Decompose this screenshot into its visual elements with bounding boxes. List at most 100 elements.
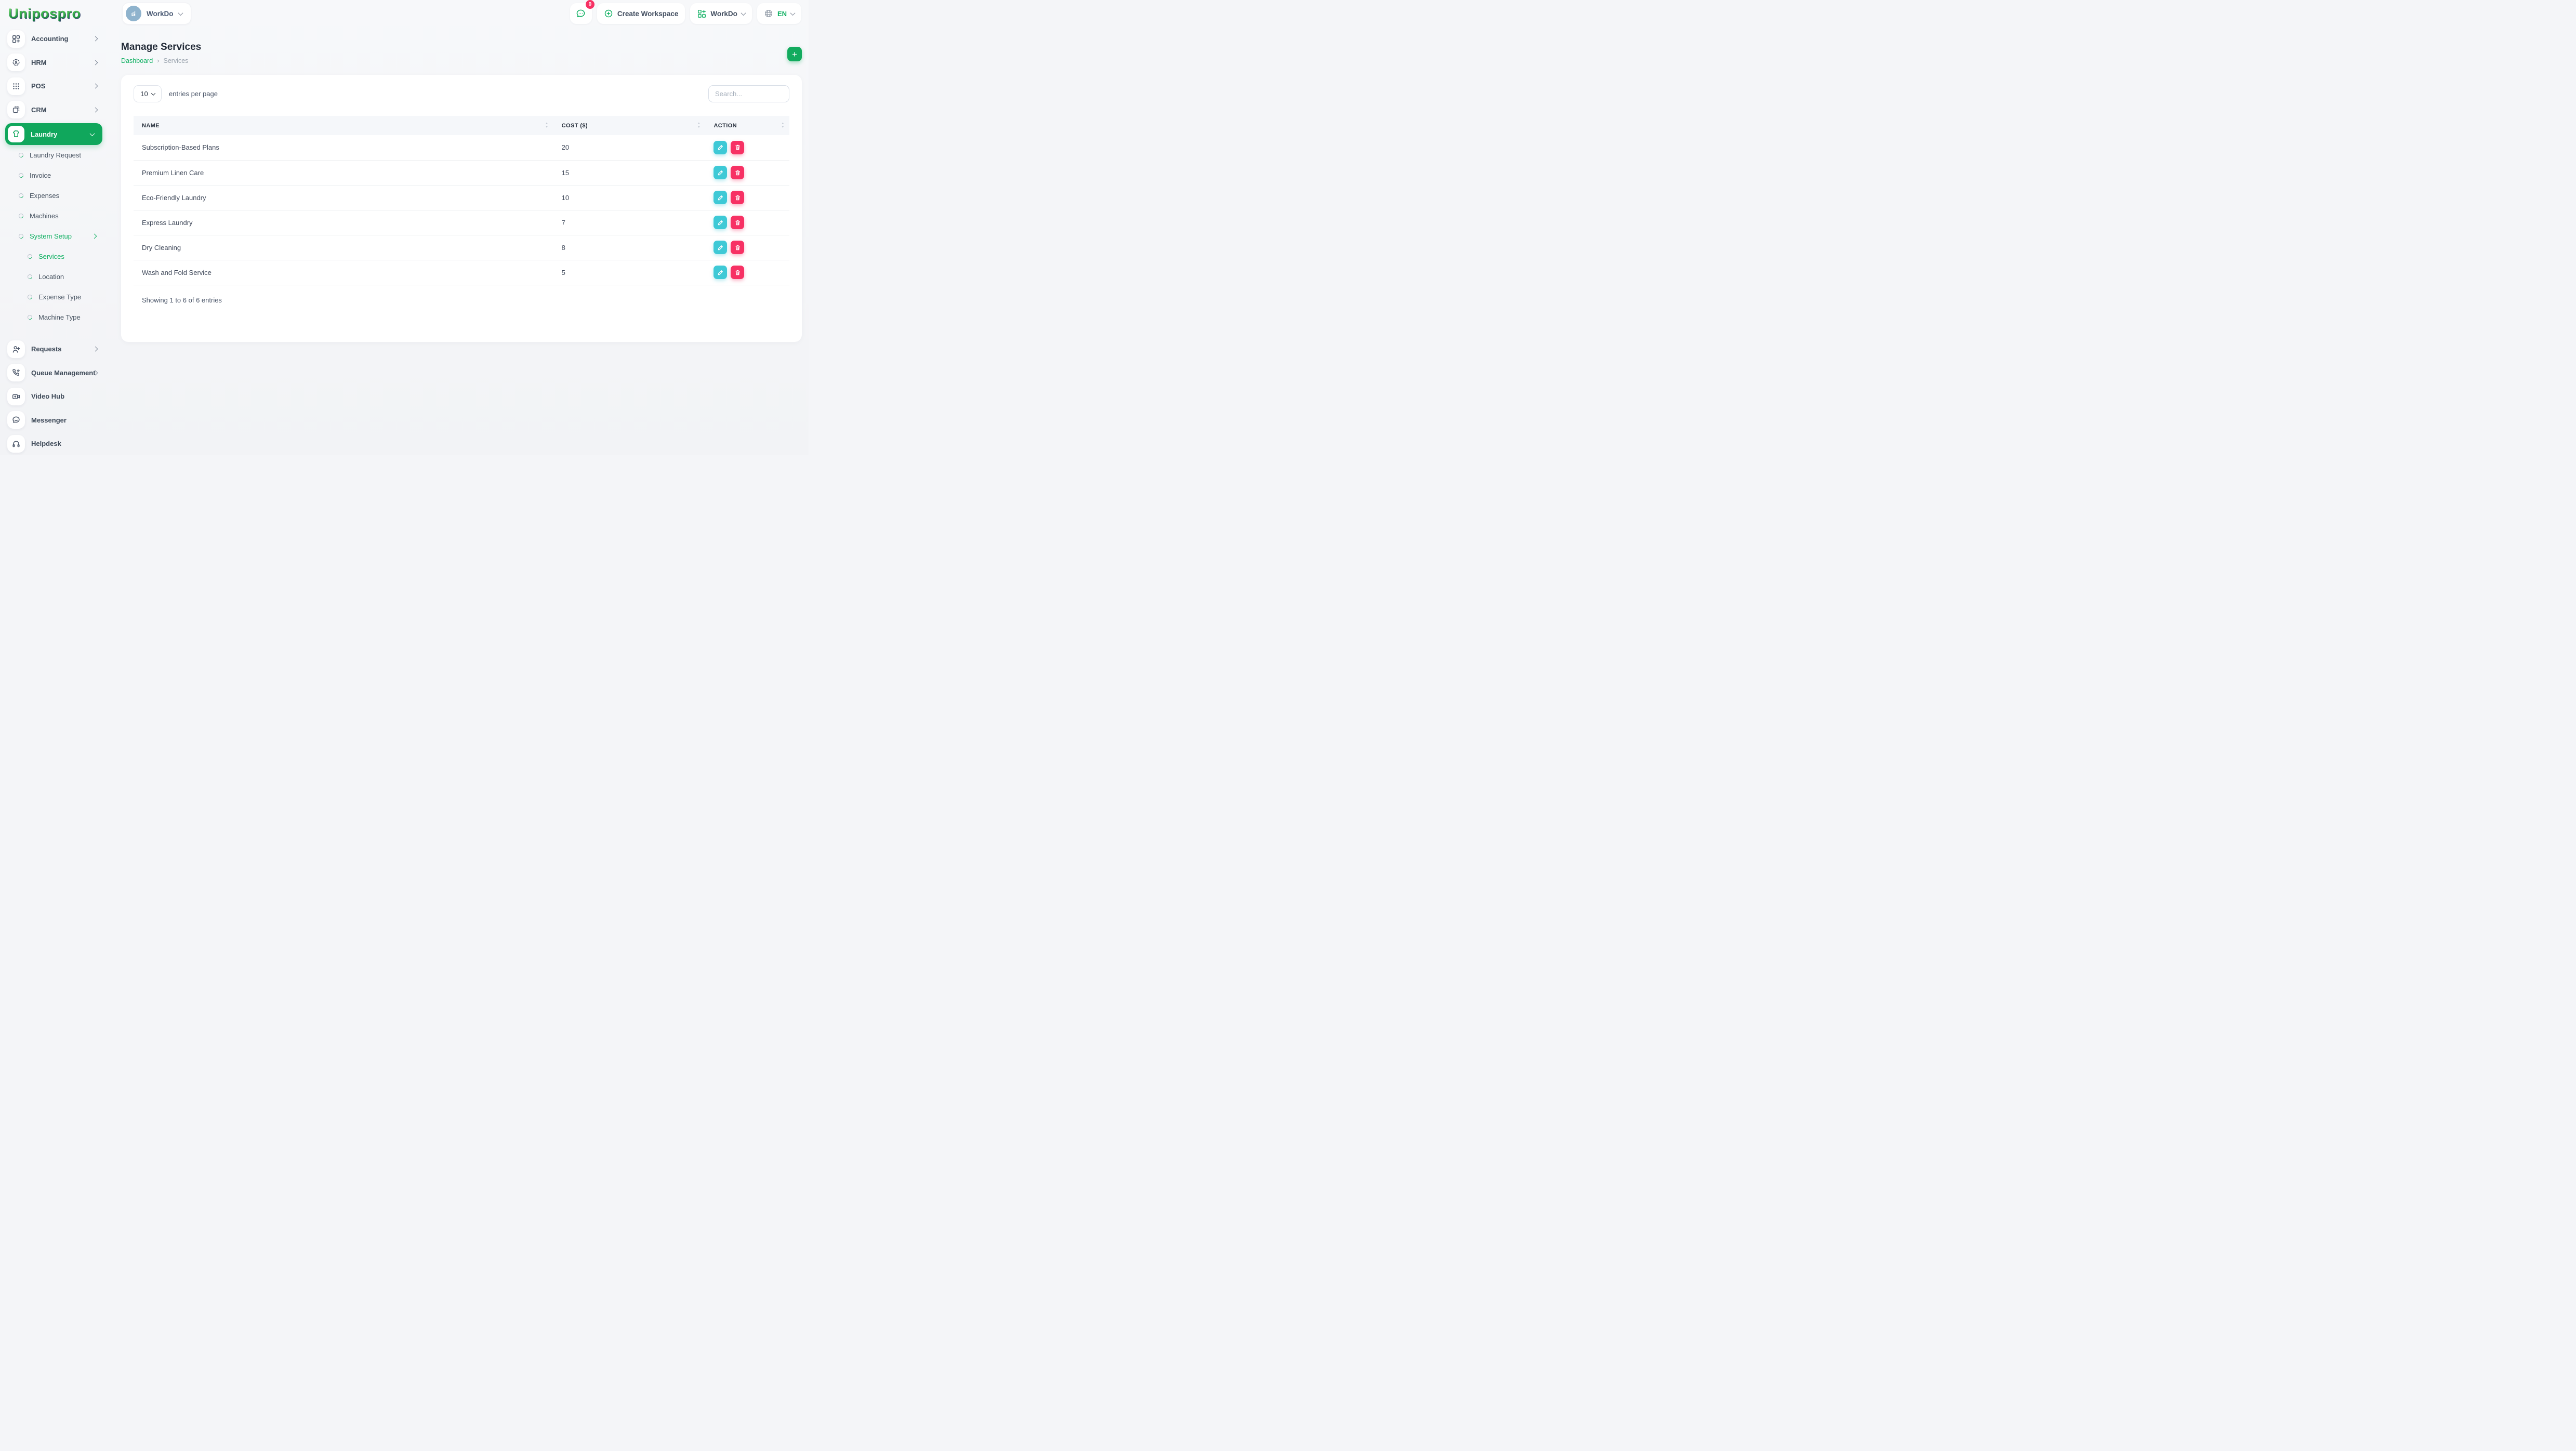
entries-per-page-value: 10 xyxy=(140,90,148,98)
bullet-icon xyxy=(18,152,24,158)
circle-plus-icon xyxy=(604,9,613,18)
video-camera-icon xyxy=(7,388,25,405)
service-name: Express Laundry xyxy=(134,210,553,235)
chat-icon xyxy=(575,8,586,19)
sidebar-item-laundry-active[interactable]: Laundry xyxy=(5,123,102,145)
sidebar-item-label: POS xyxy=(31,82,45,90)
chevron-right-icon xyxy=(93,36,98,42)
chevron-down-icon xyxy=(90,131,95,136)
entries-per-page-select[interactable]: 10 xyxy=(134,85,162,102)
delete-button[interactable] xyxy=(731,216,744,229)
sidebar-item-label: Accounting xyxy=(31,35,69,43)
building-icon xyxy=(129,9,138,18)
sidebar-item-label: Requests xyxy=(31,345,62,353)
breadcrumb-separator: › xyxy=(157,57,159,64)
sidebar-subitem-location[interactable]: Location xyxy=(0,267,107,287)
sidebar-subitem-label: Location xyxy=(38,273,64,281)
table-row: Express Laundry 7 xyxy=(134,210,789,235)
service-cost: 7 xyxy=(553,210,706,235)
globe-icon xyxy=(764,9,773,18)
breadcrumb-current: Services xyxy=(164,57,189,64)
delete-button[interactable] xyxy=(731,241,744,254)
messages-button[interactable]: 0 xyxy=(570,3,592,24)
accounting-icon xyxy=(7,30,25,48)
add-service-button[interactable] xyxy=(787,47,802,61)
sidebar-item-helpdesk[interactable]: Helpdesk xyxy=(0,432,107,455)
sidebar-item-hrm[interactable]: HRM xyxy=(0,51,107,75)
column-header-name[interactable]: NAME xyxy=(134,116,553,135)
column-label: COST ($) xyxy=(562,123,588,129)
sidebar-subitem-invoice[interactable]: Invoice xyxy=(0,165,107,186)
sort-icon[interactable] xyxy=(545,122,549,129)
workspace-switcher[interactable]: WorkDo xyxy=(122,3,191,24)
chevron-down-icon xyxy=(741,10,746,16)
sidebar-subitem-expenses[interactable]: Expenses xyxy=(0,186,107,206)
sidebar-item-video-hub[interactable]: Video Hub xyxy=(0,385,107,408)
table-row: Dry Cleaning 8 xyxy=(134,235,789,260)
bullet-icon xyxy=(18,213,24,219)
sidebar-item-label: Video Hub xyxy=(31,392,64,400)
sidebar: Accounting HRM POS xyxy=(0,27,107,455)
sidebar-subitem-label: Services xyxy=(38,253,64,260)
sidebar-subitem-expense-type[interactable]: Expense Type xyxy=(0,287,107,307)
table-row: Eco-Friendly Laundry 10 xyxy=(134,185,789,210)
language-selector[interactable]: EN xyxy=(757,3,801,24)
sidebar-item-pos[interactable]: POS xyxy=(0,74,107,98)
sidebar-item-accounting[interactable]: Accounting xyxy=(0,27,107,51)
breadcrumb: Dashboard › Services xyxy=(121,57,188,64)
delete-button[interactable] xyxy=(731,141,744,154)
grid-plus-icon xyxy=(697,9,706,18)
create-workspace-button[interactable]: Create Workspace xyxy=(597,3,685,24)
phone-icon xyxy=(7,364,25,381)
sidebar-subitem-machines[interactable]: Machines xyxy=(0,206,107,226)
table-row: Wash and Fold Service 5 xyxy=(134,260,789,285)
bullet-icon xyxy=(18,233,24,239)
sidebar-subitem-system-setup[interactable]: System Setup xyxy=(0,226,107,246)
workspace-menu-button[interactable]: WorkDo xyxy=(690,3,752,24)
service-name: Wash and Fold Service xyxy=(134,260,553,285)
breadcrumb-dashboard-link[interactable]: Dashboard xyxy=(121,57,153,64)
user-plus-icon xyxy=(7,340,25,358)
sidebar-subitem-services-active[interactable]: Services xyxy=(0,246,107,267)
service-cost: 15 xyxy=(553,160,706,185)
edit-button[interactable] xyxy=(714,216,727,229)
table-row: Premium Linen Care 15 xyxy=(134,160,789,185)
edit-button[interactable] xyxy=(714,266,727,279)
search-input[interactable] xyxy=(708,85,789,102)
sidebar-item-label: Laundry xyxy=(31,130,57,138)
language-label: EN xyxy=(777,10,787,18)
sort-icon[interactable] xyxy=(697,122,701,129)
column-header-cost[interactable]: COST ($) xyxy=(553,116,706,135)
sidebar-subitem-machine-type[interactable]: Machine Type xyxy=(0,307,107,327)
edit-button[interactable] xyxy=(714,191,727,204)
edit-button[interactable] xyxy=(714,141,727,154)
table-controls: 10 entries per page xyxy=(134,85,789,102)
bullet-icon xyxy=(27,253,33,259)
sidebar-subitem-label: Laundry Request xyxy=(30,151,81,159)
sidebar-item-label: Queue Management xyxy=(31,369,96,377)
sidebar-item-messenger[interactable]: Messenger xyxy=(0,408,107,432)
delete-button[interactable] xyxy=(731,266,744,279)
sidebar-subitem-label: Expenses xyxy=(30,192,59,200)
headphones-icon xyxy=(7,435,25,453)
edit-button[interactable] xyxy=(714,241,727,254)
chevron-down-icon xyxy=(178,10,183,16)
sidebar-subitem-laundry-request[interactable]: Laundry Request xyxy=(0,145,107,165)
sidebar-item-requests[interactable]: Requests xyxy=(0,337,107,361)
logo[interactable]: Unipospro xyxy=(0,6,107,22)
bullet-icon xyxy=(27,314,33,320)
service-name: Eco-Friendly Laundry xyxy=(134,185,553,210)
sidebar-item-label: Messenger xyxy=(31,416,67,424)
sort-icon[interactable] xyxy=(781,122,785,129)
delete-button[interactable] xyxy=(731,166,744,179)
chevron-down-icon xyxy=(790,10,796,16)
sidebar-subitem-label: System Setup xyxy=(30,232,72,240)
delete-button[interactable] xyxy=(731,191,744,204)
service-cost: 8 xyxy=(553,235,706,260)
column-header-action[interactable]: ACTION xyxy=(705,116,789,135)
sidebar-item-queue-management[interactable]: Queue Management xyxy=(0,361,107,385)
service-name: Dry Cleaning xyxy=(134,235,553,260)
edit-button[interactable] xyxy=(714,166,727,179)
table-summary: Showing 1 to 6 of 6 entries xyxy=(134,296,789,304)
sidebar-item-crm[interactable]: CRM xyxy=(0,98,107,122)
